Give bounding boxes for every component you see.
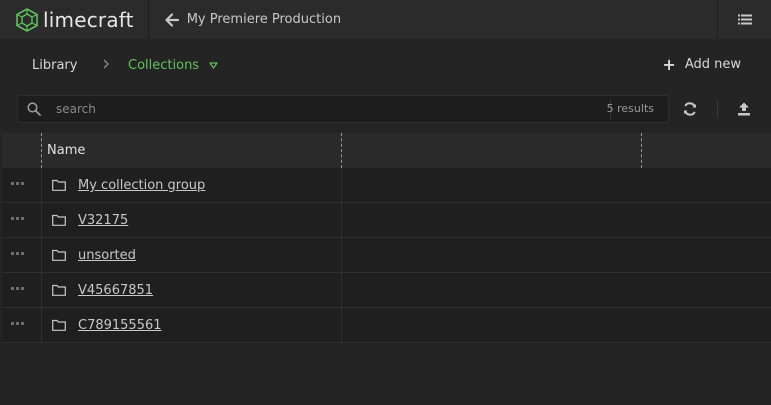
toolbar-divider <box>717 100 718 118</box>
upload-icon[interactable] <box>736 101 752 117</box>
results-count: 5 results <box>606 102 654 115</box>
cell-divider <box>41 273 42 308</box>
cell-divider <box>341 238 342 273</box>
folder-icon <box>52 249 66 261</box>
folder-icon <box>52 319 66 331</box>
search-box[interactable]: 5 results <box>17 95 669 123</box>
column-divider[interactable] <box>341 133 342 168</box>
logo[interactable]: limecraft <box>16 0 134 39</box>
table-row[interactable]: C789155561 <box>2 308 771 343</box>
table-row[interactable]: My collection group <box>2 168 771 203</box>
back-button[interactable]: My Premiere Production <box>165 0 341 39</box>
table-row[interactable]: V45667851 <box>2 273 771 308</box>
breadcrumb-collections[interactable]: Collections <box>128 58 199 73</box>
collection-name-link[interactable]: V45667851 <box>78 283 153 298</box>
list-menu-icon <box>737 14 752 24</box>
more-options-icon[interactable] <box>11 217 25 221</box>
collection-name-link[interactable]: V32175 <box>78 213 128 228</box>
cell-divider <box>41 203 42 238</box>
add-new-button[interactable]: + Add new <box>662 54 741 74</box>
plus-icon: + <box>662 54 676 74</box>
column-divider[interactable] <box>641 133 642 168</box>
cell-divider <box>41 238 42 273</box>
table-row[interactable]: unsorted <box>2 238 771 273</box>
more-options-icon[interactable] <box>11 252 25 256</box>
limecraft-logo-icon <box>16 7 38 32</box>
table-row[interactable]: V32175 <box>2 203 771 238</box>
more-options-icon[interactable] <box>11 182 25 186</box>
breadcrumb: Library Collections + Add new <box>0 39 771 92</box>
arrow-left-icon <box>165 12 179 27</box>
more-options-icon[interactable] <box>11 287 25 291</box>
chevron-right-icon <box>103 59 109 69</box>
cell-divider <box>341 203 342 238</box>
collection-name-link[interactable]: My collection group <box>78 178 205 193</box>
search-icon <box>27 102 41 116</box>
search-input[interactable] <box>56 99 596 119</box>
project-title: My Premiere Production <box>186 12 342 27</box>
folder-icon <box>52 284 66 296</box>
more-options-icon[interactable] <box>11 322 25 326</box>
top-bar: limecraft My Premiere Production <box>0 0 771 39</box>
column-divider[interactable] <box>41 133 42 168</box>
column-header-name[interactable]: Name <box>47 143 85 158</box>
collection-name-link[interactable]: unsorted <box>78 248 136 263</box>
cell-divider <box>341 273 342 308</box>
table-empty-area <box>2 343 771 405</box>
collections-table: Name My collection group V32175 unsorted… <box>2 133 771 405</box>
cell-divider <box>41 308 42 343</box>
refresh-icon[interactable] <box>682 101 698 117</box>
breadcrumb-library[interactable]: Library <box>32 58 77 73</box>
search-toolbar: 5 results <box>0 92 771 126</box>
add-new-label: Add new <box>684 57 741 72</box>
cell-divider <box>341 308 342 343</box>
logo-text: limecraft <box>43 7 134 32</box>
cell-divider <box>341 168 342 203</box>
folder-icon <box>52 179 66 191</box>
topbar-divider <box>147 0 149 39</box>
collection-name-link[interactable]: C789155561 <box>78 318 162 333</box>
caret-down-icon[interactable] <box>209 62 218 69</box>
menu-button[interactable] <box>717 0 771 39</box>
table-header: Name <box>2 133 771 168</box>
folder-icon <box>52 214 66 226</box>
cell-divider <box>41 168 42 203</box>
